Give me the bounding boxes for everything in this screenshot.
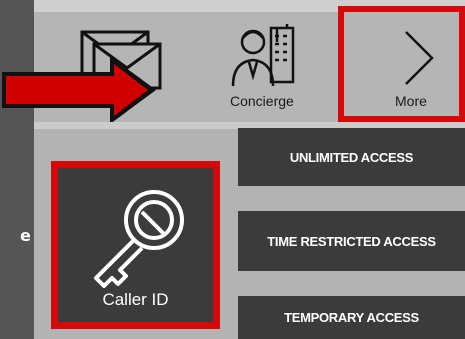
more-label: More [395,93,427,109]
more-tile[interactable]: More [338,6,465,122]
time-restricted-access-button[interactable]: TIME RESTRICTED ACCESS [238,211,465,271]
caller-id-tile[interactable]: Caller ID [51,161,220,329]
left-rail: p e [0,0,34,339]
red-arrow-icon [2,56,156,124]
caller-id-tile-inner: Caller ID [58,168,213,322]
concierge-person-icon [231,24,295,87]
time-restricted-access-label: TIME RESTRICTED ACCESS [267,233,436,249]
key-icon [94,190,184,288]
caller-id-label: Caller ID [102,290,169,309]
concierge-tile[interactable]: Concierge [215,14,315,119]
temporary-access-button[interactable]: TEMPORARY ACCESS [238,296,465,339]
unlimited-access-button[interactable]: UNLIMITED ACCESS [238,128,465,186]
unlimited-access-label: UNLIMITED ACCESS [289,149,414,165]
rail-text-fragment-2: e [20,226,31,245]
chevron-right-icon [405,31,434,85]
concierge-label: Concierge [230,93,294,109]
temporary-access-label: TEMPORARY ACCESS [284,310,419,325]
